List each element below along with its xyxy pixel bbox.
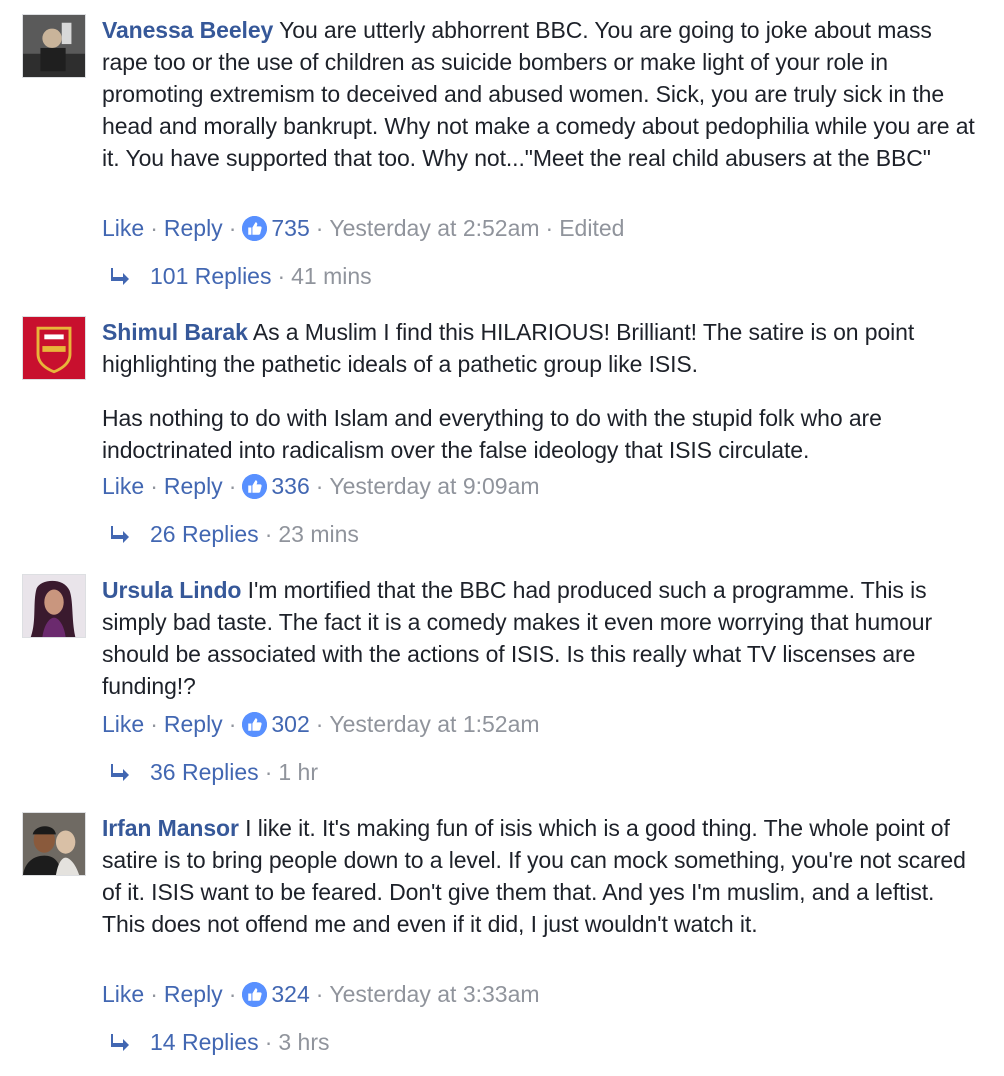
replies-row[interactable]: 26 Replies · 23 mins — [108, 518, 359, 550]
comment-text: Irfan Mansor I like it. It's making fun … — [102, 812, 982, 940]
separator: · — [150, 473, 158, 499]
author-name[interactable]: Irfan Mansor — [102, 815, 239, 841]
replies-link[interactable]: 26 Replies — [150, 518, 259, 550]
separator: · — [315, 711, 324, 737]
reply-arrow-icon — [108, 264, 132, 288]
replies-link[interactable]: 36 Replies — [150, 756, 259, 788]
thumbs-up-icon — [242, 215, 268, 241]
avatar[interactable] — [22, 14, 86, 78]
like-link[interactable]: Like — [102, 708, 144, 740]
thumbs-up-icon — [242, 473, 268, 499]
comment-actions: Like · Reply · 735 · Yesterday at 2:52am… — [102, 212, 624, 244]
comment-paragraph: Has nothing to do with Islam and everyth… — [102, 405, 882, 463]
avatar-photo — [23, 15, 85, 77]
separator: · — [264, 759, 273, 785]
separator: · — [228, 711, 237, 737]
separator: · — [545, 215, 554, 241]
reply-link[interactable]: Reply — [164, 470, 223, 502]
reply-link[interactable]: Reply — [164, 978, 223, 1010]
like-link[interactable]: Like — [102, 978, 144, 1010]
reaction-count[interactable]: 336 — [271, 470, 309, 502]
reaction-count[interactable]: 302 — [271, 708, 309, 740]
comment-body: Irfan Mansor I like it. It's making fun … — [102, 812, 982, 940]
timestamp[interactable]: Yesterday at 3:33am — [329, 978, 539, 1010]
replies-time: 3 hrs — [278, 1029, 330, 1055]
reply-arrow-icon — [108, 1030, 132, 1054]
author-name[interactable]: Vanessa Beeley — [102, 17, 273, 43]
author-name[interactable]: Shimul Barak — [102, 319, 248, 345]
thumbs-up-icon — [242, 711, 268, 737]
replies-time: 1 hr — [278, 759, 318, 785]
avatar[interactable] — [22, 812, 86, 876]
reply-link[interactable]: Reply — [164, 212, 223, 244]
comment-body: Ursula Lindo I'm mortified that the BBC … — [102, 574, 982, 702]
separator: · — [228, 981, 237, 1007]
separator: · — [228, 215, 237, 241]
separator: · — [315, 981, 324, 1007]
comment-actions: Like · Reply · 336 · Yesterday at 9:09am — [102, 470, 540, 502]
avatar-photo — [23, 813, 85, 875]
comment-body: Vanessa Beeley You are utterly abhorrent… — [102, 14, 982, 174]
separator: · — [150, 711, 158, 737]
separator: · — [315, 473, 324, 499]
comment-text: Ursula Lindo I'm mortified that the BBC … — [102, 574, 982, 702]
timestamp[interactable]: Yesterday at 9:09am — [329, 470, 539, 502]
avatar[interactable] — [22, 316, 86, 380]
replies-link[interactable]: 14 Replies — [150, 1026, 259, 1058]
timestamp[interactable]: Yesterday at 1:52am — [329, 708, 539, 740]
comment-actions: Like · Reply · 302 · Yesterday at 1:52am — [102, 708, 540, 740]
reply-link[interactable]: Reply — [164, 708, 223, 740]
replies-row[interactable]: 36 Replies · 1 hr — [108, 756, 318, 788]
separator: · — [264, 1029, 273, 1055]
replies-row[interactable]: 14 Replies · 3 hrs — [108, 1026, 330, 1058]
separator: · — [228, 473, 237, 499]
comment-body: Shimul Barak As a Muslim I find this HIL… — [102, 316, 982, 466]
reply-arrow-icon — [108, 522, 132, 546]
like-link[interactable]: Like — [102, 470, 144, 502]
separator: · — [150, 981, 158, 1007]
reply-arrow-icon — [108, 760, 132, 784]
author-name[interactable]: Ursula Lindo — [102, 577, 241, 603]
comment-actions: Like · Reply · 324 · Yesterday at 3:33am — [102, 978, 540, 1010]
comment-text: Shimul Barak As a Muslim I find this HIL… — [102, 316, 982, 380]
avatar[interactable] — [22, 574, 86, 638]
thumbs-up-icon — [242, 981, 268, 1007]
replies-time: 23 mins — [278, 521, 359, 547]
reaction-count[interactable]: 735 — [271, 212, 309, 244]
separator: · — [315, 215, 324, 241]
edited-label[interactable]: Edited — [559, 212, 624, 244]
replies-time: 41 mins — [291, 263, 372, 289]
avatar-photo — [23, 317, 85, 379]
separator: · — [264, 521, 273, 547]
separator: · — [150, 215, 158, 241]
avatar-photo — [23, 575, 85, 637]
timestamp[interactable]: Yesterday at 2:52am — [329, 212, 539, 244]
like-link[interactable]: Like — [102, 212, 144, 244]
reaction-count[interactable]: 324 — [271, 978, 309, 1010]
replies-link[interactable]: 101 Replies — [150, 260, 271, 292]
separator: · — [277, 263, 286, 289]
replies-row[interactable]: 101 Replies · 41 mins — [108, 260, 372, 292]
comment-text: Vanessa Beeley You are utterly abhorrent… — [102, 14, 982, 174]
